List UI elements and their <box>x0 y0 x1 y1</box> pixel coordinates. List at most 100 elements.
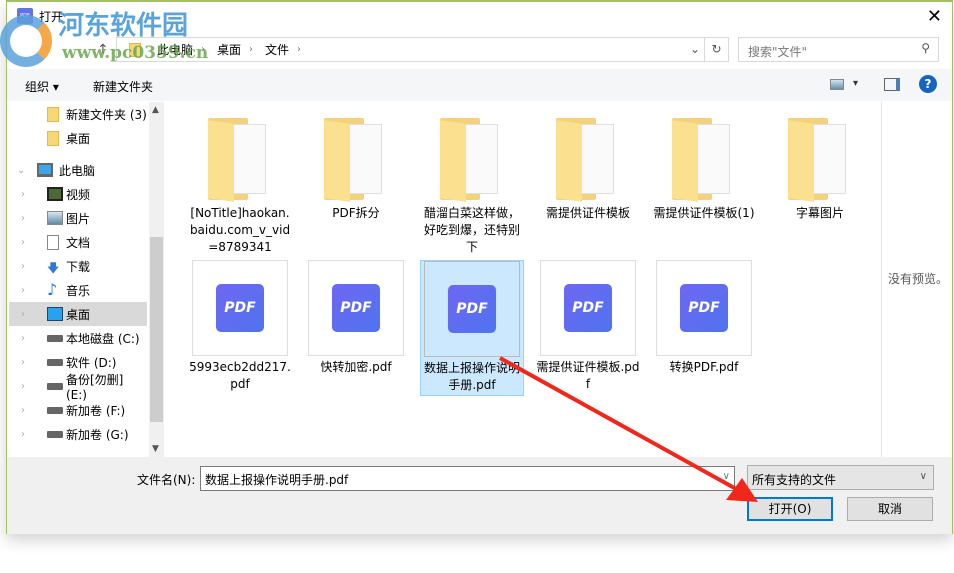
chevron-right-icon[interactable]: › <box>21 189 25 200</box>
breadcrumb-files[interactable]: 文件 <box>265 41 289 58</box>
chevron-right-icon[interactable]: › <box>297 44 301 55</box>
change-view-icon[interactable] <box>830 79 844 90</box>
download-icon: 🡇 <box>47 261 60 275</box>
address-bar[interactable]: 此电脑 › 桌面 › 文件 › ⌄ ↻ <box>116 37 729 62</box>
nav-item[interactable]: 桌面 <box>9 126 147 150</box>
refresh-button[interactable]: ↻ <box>704 38 728 61</box>
filetype-select[interactable]: 所有支持的文件 ∨ <box>747 465 934 490</box>
nav-scrollbar[interactable]: ▲ ▼ <box>149 102 163 457</box>
nav-item-label: 图片 <box>66 211 91 226</box>
pdf-icon: PDF <box>448 285 496 333</box>
chevron-right-icon[interactable]: › <box>21 285 25 296</box>
help-icon[interactable]: ? <box>919 75 937 93</box>
nav-item[interactable]: › 🡇 下载 <box>9 254 147 278</box>
pdf-icon: PDF <box>680 284 728 332</box>
no-preview-text: 没有预览。 <box>888 272 949 286</box>
folder-icon <box>788 118 852 202</box>
folder-item[interactable]: 字幕图片 <box>768 106 872 222</box>
filename-input[interactable]: 数据上报操作说明手册.pdf ∨ <box>200 466 735 491</box>
up-arrow-icon[interactable]: ↑ <box>97 42 109 58</box>
chevron-right-icon[interactable]: › <box>21 213 25 224</box>
nav-item-label: 备份[勿删] (E:) <box>66 372 124 402</box>
nav-item[interactable]: › 文档 <box>9 230 147 254</box>
folder-item[interactable]: 需提供证件模板 <box>536 106 640 222</box>
close-button[interactable]: ✕ <box>927 6 942 27</box>
address-dropdown-icon[interactable]: ⌄ <box>690 42 700 56</box>
toolbar: 组织 ▾ 新建文件夹 ▾ ? <box>7 69 952 101</box>
view-dropdown-icon[interactable]: ▾ <box>853 78 858 89</box>
nav-item[interactable]: › 新加卷 (G:) <box>9 422 147 446</box>
folder-icon <box>47 107 59 122</box>
nav-item[interactable]: › ♪ 音乐 <box>9 278 147 302</box>
nav-item[interactable]: › 本地磁盘 (C:) <box>9 326 147 350</box>
chevron-right-icon[interactable]: › <box>21 237 25 248</box>
nav-item-label: 下载 <box>66 259 91 274</box>
chevron-right-icon[interactable]: › <box>21 381 25 392</box>
pdf-thumbnail: PDF <box>656 260 752 356</box>
file-name: 需提供证件模板(1) <box>653 206 755 220</box>
search-input[interactable]: 搜索"文件" ⚲ <box>738 37 939 62</box>
nav-item[interactable]: ⌄ 此电脑 <box>9 158 147 182</box>
filename-label: 文件名(N): <box>137 473 196 487</box>
chevron-down-icon: ∨ <box>919 471 927 482</box>
nav-item-label: 本地磁盘 (C:) <box>66 331 140 346</box>
pdf-file-item[interactable]: PDF 快转加密.pdf <box>304 260 408 396</box>
chevron-right-icon[interactable]: › <box>21 405 25 416</box>
folder-icon <box>47 131 59 146</box>
pdf-file-item[interactable]: PDF 转换PDF.pdf <box>652 260 756 396</box>
chevron-right-icon[interactable]: › <box>21 429 25 440</box>
folder-item[interactable]: [NoTitle]haokan.baidu.com_v_vid=8789341 <box>188 106 292 256</box>
title-bar: PDF 打开 ✕ <box>7 2 952 32</box>
search-placeholder: 搜索"文件" <box>748 45 808 59</box>
nav-item-label: 此电脑 <box>59 163 96 178</box>
scroll-thumb[interactable] <box>150 237 163 422</box>
document-icon <box>47 235 59 250</box>
breadcrumb-this-pc[interactable]: 此电脑 <box>157 41 193 58</box>
nav-item[interactable]: 新建文件夹 (3) <box>9 102 147 126</box>
scroll-down-icon[interactable]: ▼ <box>152 444 159 454</box>
file-list: [NoTitle]haokan.baidu.com_v_vid=8789341 P… <box>163 102 881 457</box>
scroll-up-icon[interactable]: ▲ <box>152 105 159 115</box>
folder-item[interactable]: PDF拆分 <box>304 106 408 222</box>
window-title: 打开 <box>39 10 64 24</box>
nav-item-label: 音乐 <box>66 283 91 298</box>
app-pdf-icon: PDF <box>17 8 33 24</box>
organize-button[interactable]: 组织 ▾ <box>25 78 59 95</box>
folder-item[interactable]: 醋溜白菜这样做，好吃到爆，还特别下 <box>420 106 524 256</box>
music-icon: ♪ <box>47 280 58 299</box>
nav-item-label: 桌面 <box>66 131 91 146</box>
nav-item[interactable]: › 备份[勿删] (E:) <box>9 373 147 402</box>
nav-item[interactable]: › 视频 <box>9 182 147 206</box>
search-icon[interactable]: ⚲ <box>921 41 930 55</box>
folder-icon <box>440 118 504 202</box>
nav-item-label: 文档 <box>66 235 91 250</box>
filename-dropdown-icon[interactable]: ∨ <box>723 471 730 482</box>
nav-item[interactable]: › 桌面 <box>9 302 147 326</box>
drive-icon <box>47 431 63 438</box>
breadcrumb-desktop[interactable]: 桌面 <box>217 41 241 58</box>
open-file-dialog: PDF 打开 ✕ ↑ 此电脑 › 桌面 › 文件 › ⌄ ↻ 搜索"文件" ⚲ 组织 … <box>6 0 953 534</box>
chevron-right-icon[interactable]: › <box>21 333 25 344</box>
nav-item[interactable]: › 新加卷 (F:) <box>9 398 147 422</box>
pdf-file-item[interactable]: PDF 5993ecb2dd217.pdf <box>188 260 292 396</box>
open-button[interactable]: 打开(O) <box>747 497 833 521</box>
preview-pane-icon[interactable] <box>884 78 900 91</box>
pdf-file-item[interactable]: PDF 需提供证件模板.pdf <box>536 260 640 396</box>
file-name: 5993ecb2dd217.pdf <box>189 360 291 391</box>
folder-item[interactable]: 需提供证件模板(1) <box>652 106 756 222</box>
folder-icon <box>208 118 272 202</box>
new-folder-button[interactable]: 新建文件夹 <box>93 78 153 95</box>
cancel-button[interactable]: 取消 <box>847 497 933 521</box>
nav-item[interactable]: › 图片 <box>9 206 147 230</box>
chevron-right-icon[interactable]: › <box>21 357 25 368</box>
chevron-right-icon[interactable]: › <box>249 44 253 55</box>
pdf-file-item[interactable]: PDF 数据上报操作说明手册.pdf <box>420 260 524 396</box>
chevron-right-icon[interactable]: › <box>21 309 25 320</box>
preview-pane: 没有预览。 <box>881 102 952 457</box>
chevron-right-icon[interactable]: › <box>21 261 25 272</box>
file-name: 快转加密.pdf <box>320 360 392 374</box>
chevron-down-icon[interactable]: ⌄ <box>17 165 25 176</box>
chevron-right-icon[interactable]: › <box>201 44 205 55</box>
nav-item-label: 新建文件夹 (3) <box>66 107 147 122</box>
nav-item-label: 新加卷 (G:) <box>66 427 129 442</box>
